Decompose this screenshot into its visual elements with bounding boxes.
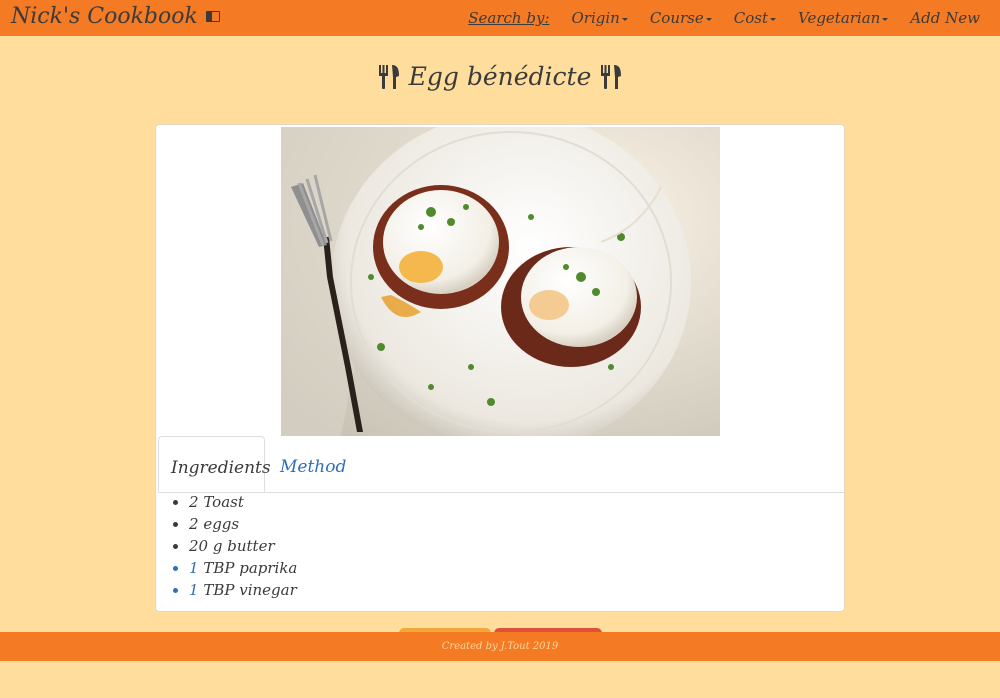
- ingredient-name: Toast: [203, 493, 244, 511]
- recipe-tabs: Ingredients Method: [158, 436, 844, 493]
- search-by-link[interactable]: Search by:: [468, 9, 549, 27]
- ingredient-name: TBP vinegar: [203, 581, 297, 599]
- ingredient-qty: 1: [189, 581, 199, 599]
- add-new-link[interactable]: Add New: [910, 9, 980, 27]
- cost-label: Cost: [733, 9, 768, 27]
- egg-benedict-image: [281, 127, 720, 436]
- ingredient-name: TBP paprika: [203, 559, 298, 577]
- footer: Created by J.Tout 2019: [0, 632, 1000, 661]
- tab-ingredients[interactable]: Ingredients: [158, 436, 271, 492]
- ingredient-qty: 2: [189, 515, 199, 533]
- recipe-card: Ingredients Method 2 Toast 2 eggs 20 g b…: [155, 124, 845, 612]
- cutlery-icon: [601, 64, 622, 89]
- recipe-photo: [281, 127, 720, 436]
- ingredient-name: g butter: [212, 537, 275, 555]
- nav-menu: Search by: Origin Course Cost Vegetarian…: [468, 9, 980, 27]
- course-dropdown[interactable]: Course: [650, 9, 712, 27]
- origin-label: Origin: [571, 9, 620, 27]
- tab-method[interactable]: Method: [268, 436, 358, 492]
- ingredient-qty: 1: [189, 559, 199, 577]
- ingredient-item: 1 TBP vinegar: [189, 579, 297, 601]
- ingredient-qty: 2: [189, 493, 199, 511]
- ingredient-item: 2 Toast: [189, 491, 297, 513]
- caret-down-icon: [621, 17, 628, 21]
- brand-link[interactable]: Nick's Cookbook: [11, 4, 220, 29]
- caret-down-icon: [705, 17, 712, 21]
- cutlery-icon: [378, 64, 399, 89]
- vegetarian-dropdown[interactable]: Vegetarian: [797, 9, 889, 27]
- ingredient-item: 2 eggs: [189, 513, 297, 535]
- origin-dropdown[interactable]: Origin: [572, 9, 628, 27]
- ingredient-name: eggs: [203, 515, 240, 533]
- vegetarian-label: Vegetarian: [797, 9, 881, 27]
- caret-down-icon: [882, 17, 889, 21]
- ingredient-item: 20 g butter: [189, 535, 297, 557]
- brand-title: Nick's Cookbook: [11, 4, 198, 29]
- footer-credit: Created by J.Tout 2019: [441, 641, 559, 652]
- cost-dropdown[interactable]: Cost: [734, 9, 776, 27]
- ingredients-list: 2 Toast 2 eggs 20 g butter 1 TBP paprika…: [171, 491, 297, 601]
- course-label: Course: [649, 9, 704, 27]
- book-icon: [205, 11, 220, 22]
- recipe-title: Egg bénédicte: [408, 62, 592, 91]
- caret-down-icon: [769, 17, 776, 21]
- ingredient-item: 1 TBP paprika: [189, 557, 297, 579]
- page-title: Egg bénédicte: [0, 62, 1000, 91]
- navbar: Nick's Cookbook Search by: Origin Course…: [0, 0, 1000, 36]
- ingredient-qty: 20: [189, 537, 209, 555]
